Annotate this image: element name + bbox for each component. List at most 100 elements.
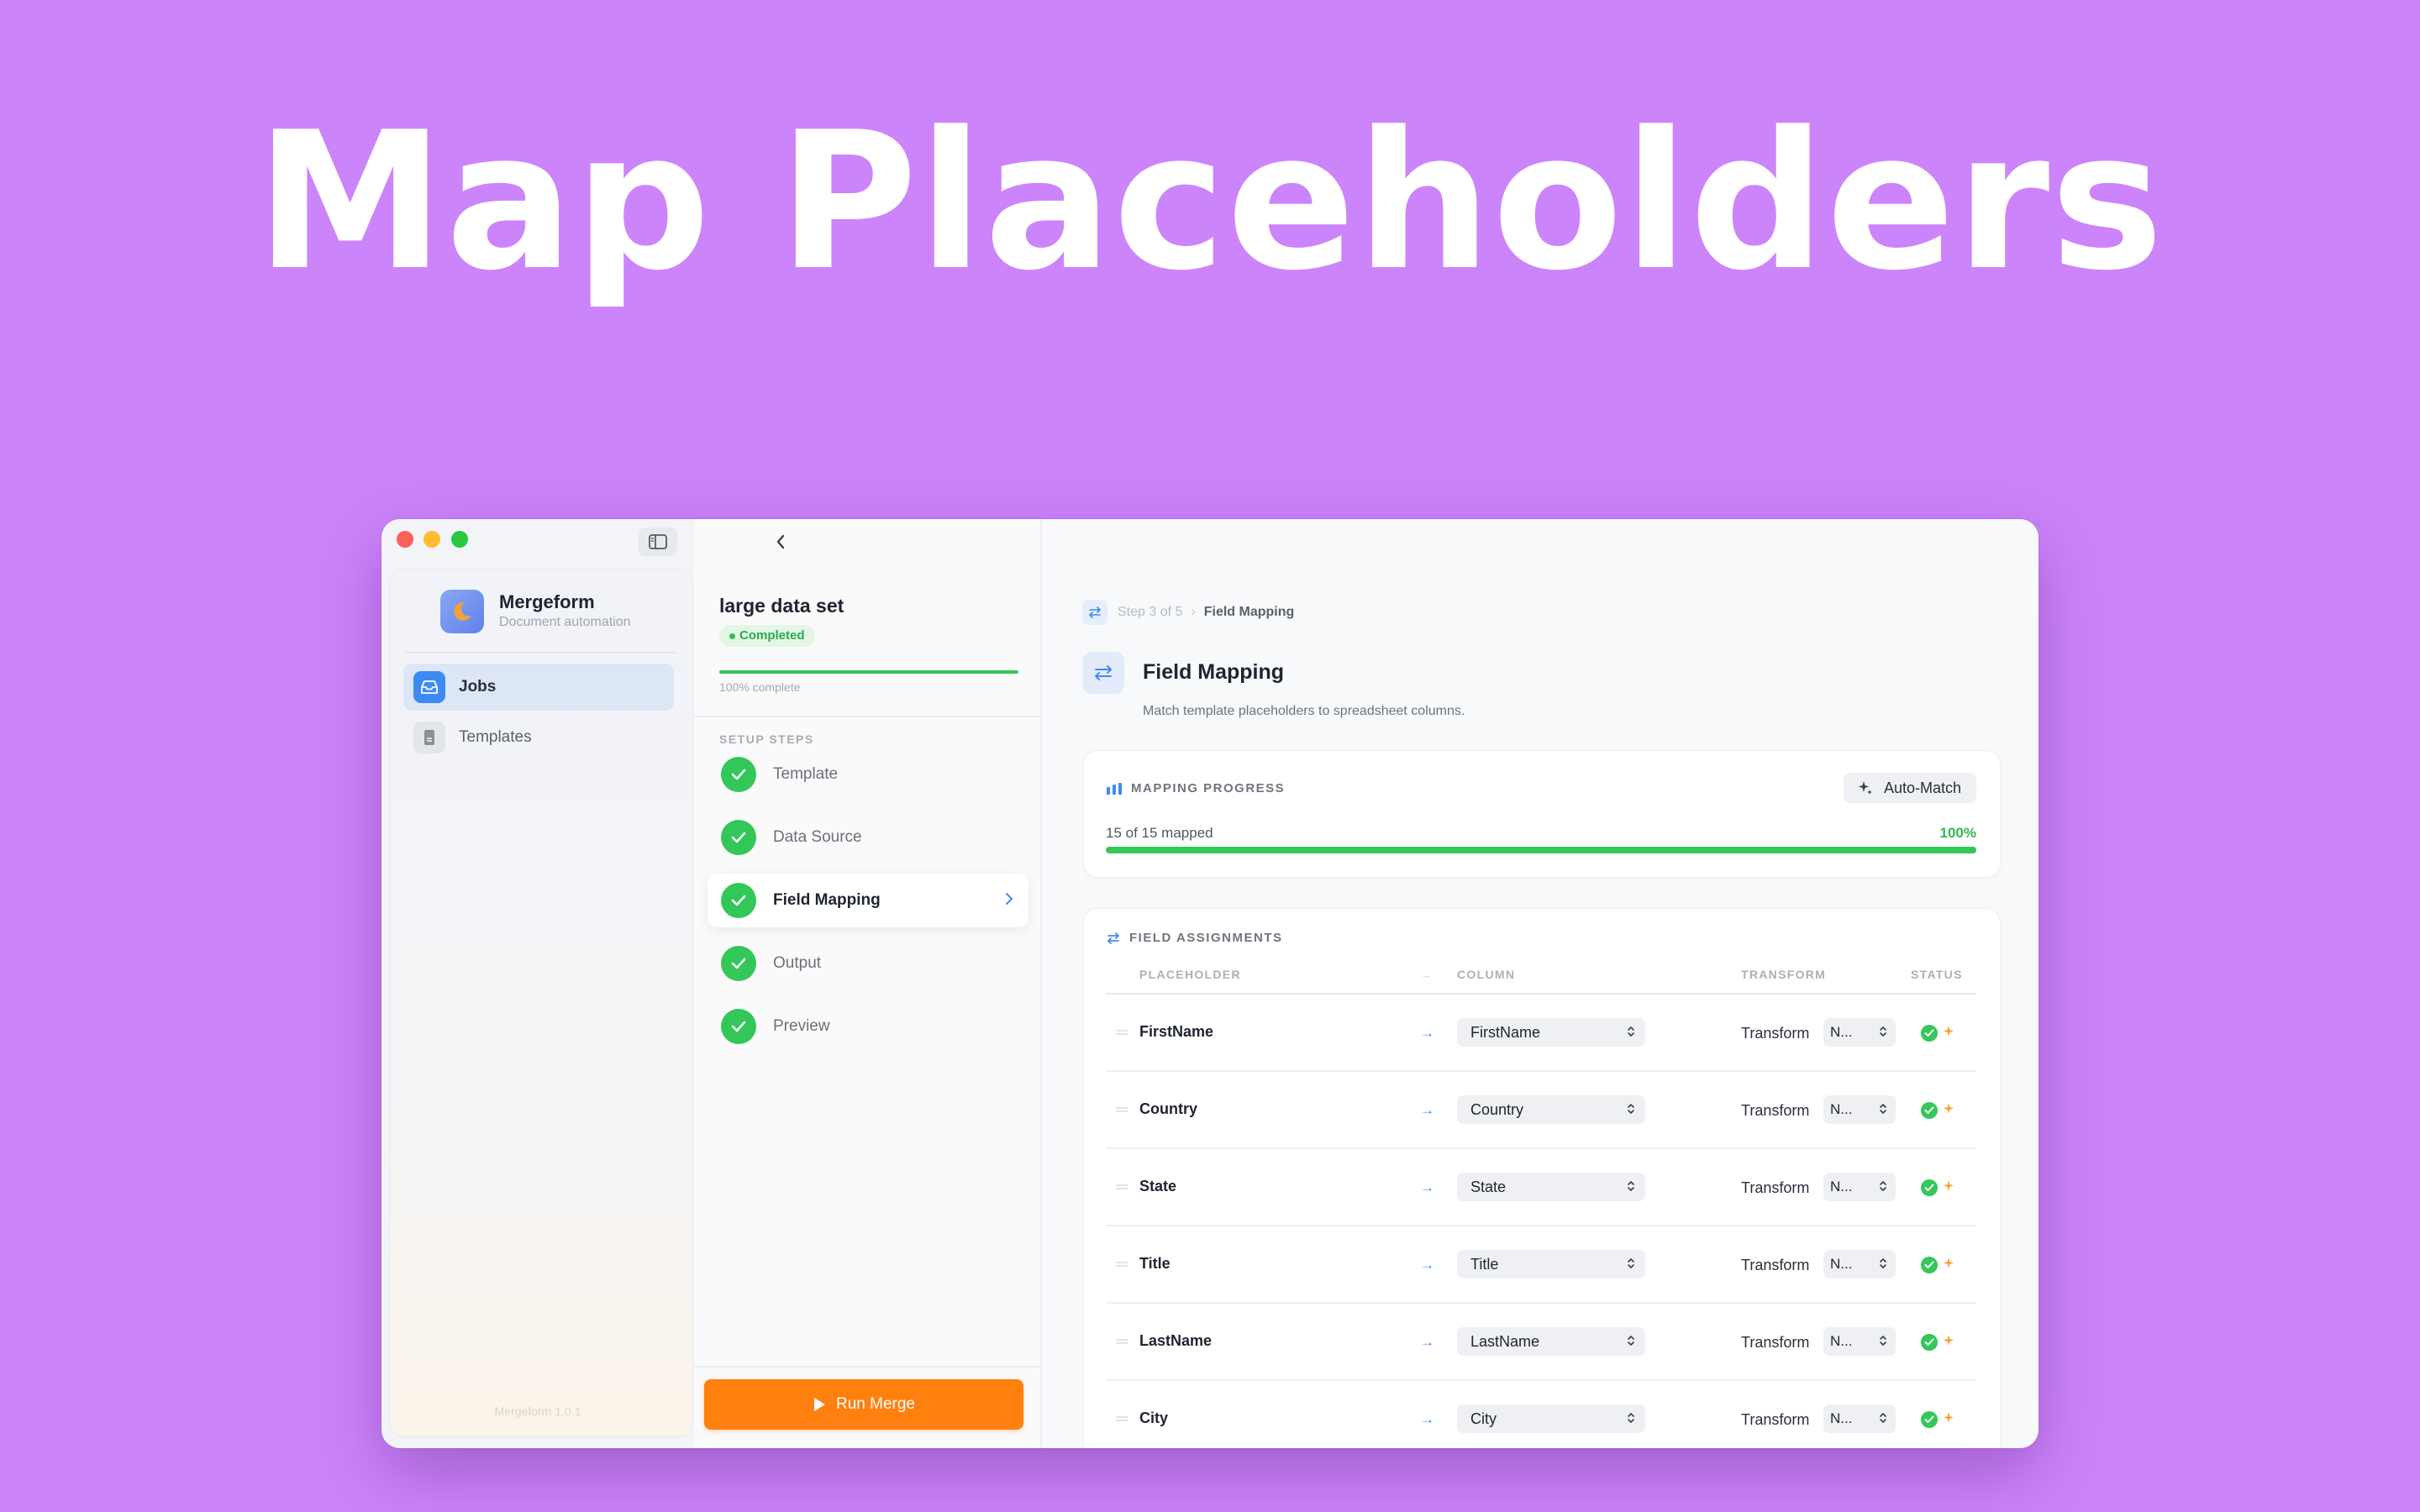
play-icon — [814, 1398, 825, 1411]
arrow-right-icon: → — [1420, 1411, 1434, 1427]
sidebar-toggle-icon — [649, 534, 667, 549]
column-select[interactable]: Country — [1457, 1095, 1645, 1124]
column-select[interactable]: City — [1457, 1404, 1645, 1433]
job-progress-text: 100% complete — [719, 680, 801, 694]
field-assignments-heading: FIELD ASSIGNMENTS — [1106, 931, 1282, 945]
placeholder-name: City — [1139, 1410, 1169, 1426]
sidebar-divider — [405, 652, 676, 654]
step-label: Output — [773, 954, 822, 972]
drag-handle-icon[interactable] — [1116, 1339, 1128, 1344]
transform-label: Transform — [1741, 1179, 1810, 1196]
transform-select[interactable]: N... — [1823, 1250, 1896, 1278]
check-circle-icon — [1921, 1102, 1938, 1119]
auto-matched-sparkle-icon — [1943, 1102, 1954, 1116]
auto-matched-sparkle-icon — [1943, 1257, 1954, 1270]
transform-select-value: N... — [1830, 1179, 1853, 1194]
step-data-source[interactable]: Data Source — [708, 811, 1028, 864]
column-select[interactable]: State — [1457, 1173, 1645, 1201]
chevron-up-down-icon — [1627, 1179, 1635, 1193]
column-select[interactable]: LastName — [1457, 1327, 1645, 1356]
step-field-mapping[interactable]: Field Mapping — [708, 874, 1028, 927]
chevron-up-down-icon — [1879, 1334, 1887, 1347]
auto-matched-sparkle-icon — [1943, 1334, 1954, 1347]
table-row: Country → Country Transform N... — [1084, 1072, 2000, 1149]
chevron-up-down-icon — [1627, 1025, 1635, 1038]
step-output[interactable]: Output — [708, 937, 1028, 990]
auto-match-button[interactable]: Auto-Match — [1843, 773, 1976, 803]
minimize-window-button[interactable] — [424, 531, 440, 548]
table-row: State → State Transform N... — [1084, 1149, 2000, 1226]
drag-handle-icon[interactable] — [1116, 1030, 1128, 1035]
sidebar: Mergeform Document automation Jobs Templ… — [381, 519, 694, 1448]
check-circle-icon — [1921, 1025, 1938, 1042]
drag-handle-icon[interactable] — [1116, 1262, 1128, 1267]
drag-handle-icon[interactable] — [1116, 1416, 1128, 1421]
check-circle-icon — [1921, 1334, 1938, 1351]
column-header-status: STATUS — [1911, 968, 1963, 981]
setup-steps-heading: SETUP STEPS — [719, 732, 814, 746]
app-window: Mergeform Document automation Jobs Templ… — [381, 519, 2039, 1448]
swap-arrows-icon — [1082, 652, 1124, 694]
drag-handle-icon[interactable] — [1116, 1107, 1128, 1112]
placeholder-name: State — [1139, 1178, 1177, 1194]
transform-select[interactable]: N... — [1823, 1095, 1896, 1124]
breadcrumb-step[interactable]: Step 3 of 5 — [1118, 605, 1182, 620]
chevron-right-icon — [1005, 892, 1013, 910]
main-content: Step 3 of 5 › Field Mapping Field Mappin… — [1042, 519, 2039, 1448]
chevron-up-down-icon — [1879, 1257, 1887, 1270]
arrow-right-icon: → — [1420, 1025, 1434, 1041]
hero-title: Map Placeholders — [255, 92, 2165, 312]
run-merge-button[interactable]: Run Merge — [704, 1379, 1023, 1430]
sidebar-toggle-button[interactable] — [639, 528, 677, 556]
chevron-up-down-icon — [1627, 1334, 1635, 1347]
transform-select[interactable]: N... — [1823, 1404, 1896, 1433]
page-subtitle: Match template placeholders to spreadshe… — [1143, 704, 1465, 718]
mapping-progress-label: MAPPING PROGRESS — [1131, 781, 1286, 795]
field-assignments-card: FIELD ASSIGNMENTS PLACEHOLDER → COLUMN T… — [1084, 909, 2000, 1448]
swap-arrows-icon — [1082, 600, 1107, 625]
column-header-transform: TRANSFORM — [1741, 968, 1827, 981]
sidebar-item-jobs[interactable]: Jobs — [403, 664, 674, 711]
auto-match-label: Auto-Match — [1883, 779, 1961, 796]
document-icon — [413, 722, 445, 753]
app-subtitle: Document automation — [499, 615, 631, 629]
run-merge-label: Run Merge — [836, 1395, 915, 1413]
zoom-window-button[interactable] — [451, 531, 468, 548]
transform-select-value: N... — [1830, 1101, 1853, 1117]
placeholder-name: Title — [1139, 1255, 1171, 1272]
auto-matched-sparkle-icon — [1943, 1025, 1954, 1038]
check-circle-icon — [1921, 1179, 1938, 1196]
check-circle-icon — [1921, 1411, 1938, 1428]
step-label: Preview — [773, 1017, 830, 1035]
placeholder-name: FirstName — [1139, 1023, 1214, 1040]
transform-select[interactable]: N... — [1823, 1173, 1896, 1201]
column-header-arrow: → — [1420, 968, 1434, 981]
back-button[interactable] — [766, 528, 795, 556]
column-header-column: COLUMN — [1457, 968, 1516, 981]
transform-label: Transform — [1741, 1334, 1810, 1351]
bar-chart-icon — [1106, 782, 1123, 795]
column-select[interactable]: FirstName — [1457, 1018, 1645, 1047]
transform-select[interactable]: N... — [1823, 1018, 1896, 1047]
transform-select-value: N... — [1830, 1024, 1853, 1040]
placeholder-name: Country — [1139, 1100, 1197, 1117]
table-row: City → City Transform N... — [1084, 1381, 2000, 1448]
step-preview[interactable]: Preview — [708, 1000, 1028, 1053]
arrow-right-icon: → — [1420, 1257, 1434, 1273]
step-template[interactable]: Template — [708, 748, 1028, 801]
step-label: Data Source — [773, 828, 862, 846]
page-title: Field Mapping — [1143, 660, 1285, 684]
column-select[interactable]: Title — [1457, 1250, 1645, 1278]
app-name: Mergeform — [499, 591, 595, 612]
close-window-button[interactable] — [397, 531, 413, 548]
transform-select[interactable]: N... — [1823, 1327, 1896, 1356]
column-select-value: LastName — [1470, 1332, 1540, 1350]
field-assignments-label: FIELD ASSIGNMENTS — [1129, 931, 1283, 945]
column-select-value: State — [1470, 1178, 1507, 1195]
arrow-right-icon: → — [1420, 1334, 1434, 1350]
drag-handle-icon[interactable] — [1116, 1184, 1128, 1189]
column-select-value: Country — [1470, 1100, 1524, 1118]
checkmark-icon — [721, 1009, 756, 1044]
transform-label: Transform — [1741, 1257, 1810, 1273]
sidebar-item-templates[interactable]: Templates — [403, 714, 674, 761]
